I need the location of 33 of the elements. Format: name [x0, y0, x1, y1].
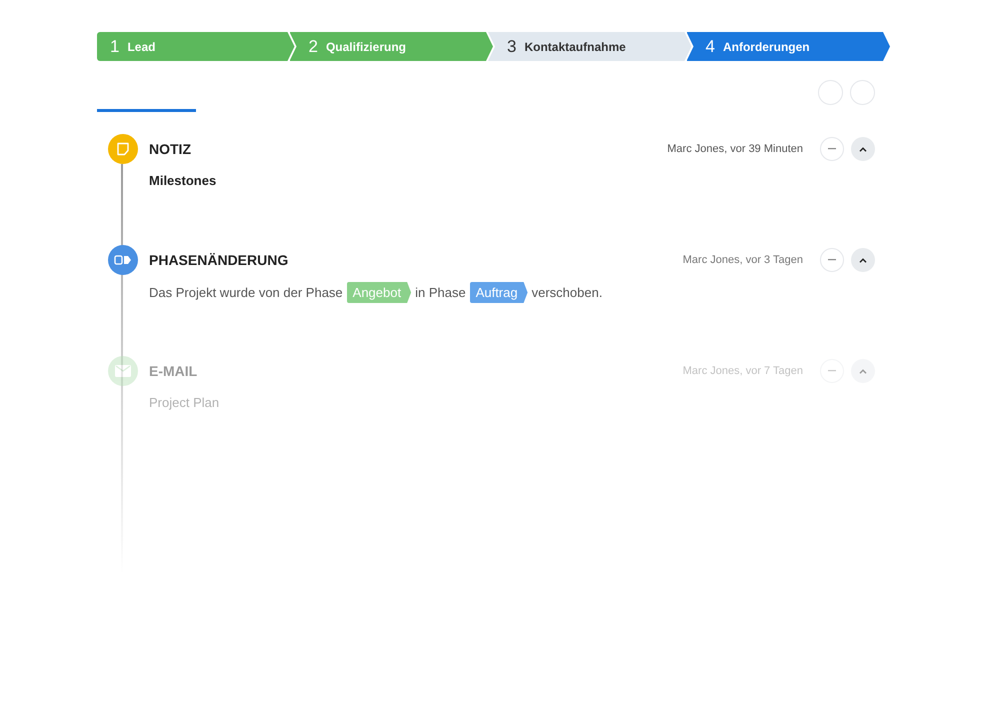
note-icon	[116, 142, 130, 156]
progress-step[interactable]: 1 Lead	[97, 32, 294, 61]
expand-button[interactable]	[851, 137, 875, 161]
caret-up-icon	[859, 258, 867, 262]
progress-step[interactable]: 2 Qualifizierung	[290, 32, 493, 61]
entry-title: PHASENÄNDERUNG	[149, 250, 288, 270]
collapse-button[interactable]	[820, 248, 844, 272]
phase-tag: Auftrag	[470, 282, 528, 303]
round-button[interactable]	[818, 80, 843, 105]
entry-meta: Marc Jones, vor 7 Tagen	[682, 364, 803, 379]
minus-icon	[828, 259, 836, 261]
phase-icon	[114, 255, 132, 265]
progress-step[interactable]: 3 Kontaktaufnahme	[488, 32, 692, 61]
entry-title: NOTIZ	[149, 140, 191, 158]
entry-text: verschoben.	[532, 284, 602, 302]
envelope-icon	[115, 365, 131, 377]
entry-title: E-MAIL	[149, 362, 198, 380]
round-button[interactable]	[850, 80, 875, 105]
caret-up-icon	[859, 368, 867, 374]
entry-meta: Marc Jones, vor 3 Tagen	[682, 252, 803, 268]
entry-text: Das Projekt wurde von der Phase	[149, 284, 343, 302]
progress-step[interactable]: 4 Anforderungen	[686, 32, 890, 61]
minus-icon	[828, 370, 836, 372]
expand-button[interactable]	[851, 248, 875, 272]
collapse-button[interactable]	[820, 137, 844, 161]
phase-tag: Angebot	[346, 282, 412, 303]
entry-text: in Phase	[415, 284, 466, 302]
minus-icon	[828, 148, 836, 150]
note-title: Milestones	[149, 172, 216, 190]
collapse-button[interactable]	[820, 359, 844, 383]
caret-up-icon	[859, 146, 867, 152]
entry-meta: Marc Jones, vor 39 Minuten	[667, 142, 803, 157]
entry-text: Project Plan	[149, 394, 220, 412]
